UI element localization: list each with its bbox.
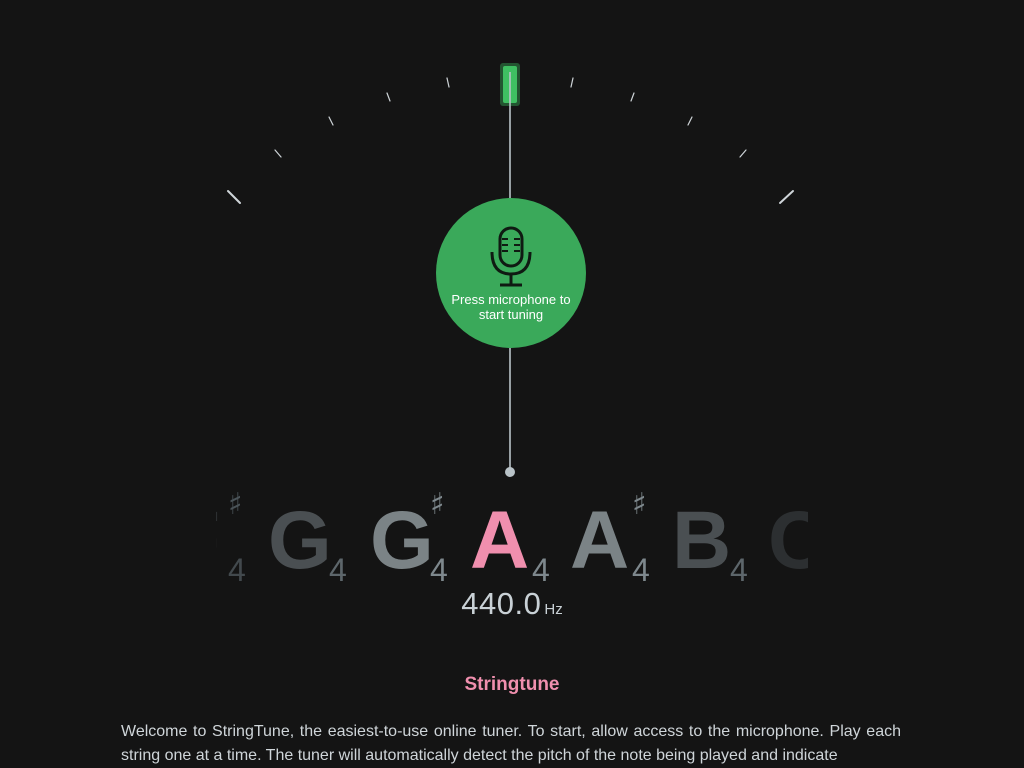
- app-title: Stringtune: [464, 674, 560, 695]
- note-sharp: ♯: [632, 488, 647, 522]
- note-letter: F: [216, 500, 220, 582]
- dial-tick: [687, 116, 693, 126]
- note-octave: 4: [430, 552, 448, 588]
- note-letter: C: [768, 495, 808, 586]
- dial-tick: [570, 77, 574, 88]
- frequency-unit: Hz: [544, 601, 563, 618]
- tuner-page: Press microphone to start tuning F ♯ 4 G…: [0, 0, 1024, 768]
- note-octave: 4: [730, 552, 748, 588]
- note-sharp: ♯: [228, 488, 243, 522]
- dial-tick: [739, 149, 747, 158]
- note-a-4-active: A 4: [470, 488, 560, 588]
- note-letter: B: [672, 495, 732, 586]
- frequency-value: 440.0: [461, 586, 542, 621]
- note-octave: 4: [532, 552, 550, 588]
- note-g-4: G 4: [268, 488, 358, 588]
- note-carousel: F ♯ 4 G 4 G ♯ 4 A 4 A ♯: [216, 488, 808, 588]
- dial-tick: [227, 190, 241, 204]
- note-letter: A: [570, 495, 630, 586]
- note-letter: A: [470, 495, 530, 586]
- note-c-5: C: [768, 488, 808, 588]
- frequency-readout: 440.0 Hz: [0, 586, 1024, 622]
- note-octave: 4: [228, 552, 246, 588]
- dial-tick: [630, 92, 635, 102]
- note-letter: G: [370, 495, 434, 586]
- dial-tick: [779, 190, 794, 204]
- note-octave: 4: [329, 552, 347, 588]
- note-letter: G: [268, 495, 332, 586]
- note-a-sharp-4: A ♯ 4: [570, 488, 660, 588]
- tuner-display: Press microphone to start tuning F ♯ 4 G…: [0, 0, 1024, 660]
- needle-pivot: [505, 467, 515, 477]
- note-g-sharp-4: G ♯ 4: [370, 488, 460, 588]
- microphone-prompt: Press microphone to start tuning: [451, 292, 571, 322]
- note-f-sharp-4: F ♯ 4: [216, 488, 260, 588]
- dial-tick: [328, 116, 334, 126]
- note-octave: 4: [632, 552, 650, 588]
- dial-tick: [446, 77, 450, 88]
- microphone-button[interactable]: Press microphone to start tuning: [436, 198, 586, 348]
- intro-paragraph: Welcome to StringTune, the easiest-to-us…: [121, 723, 901, 764]
- microphone-icon: [490, 226, 532, 287]
- dial-tick: [274, 149, 282, 158]
- note-b-4: B 4: [672, 488, 762, 588]
- dial-tick: [386, 92, 391, 102]
- note-sharp: ♯: [430, 488, 445, 522]
